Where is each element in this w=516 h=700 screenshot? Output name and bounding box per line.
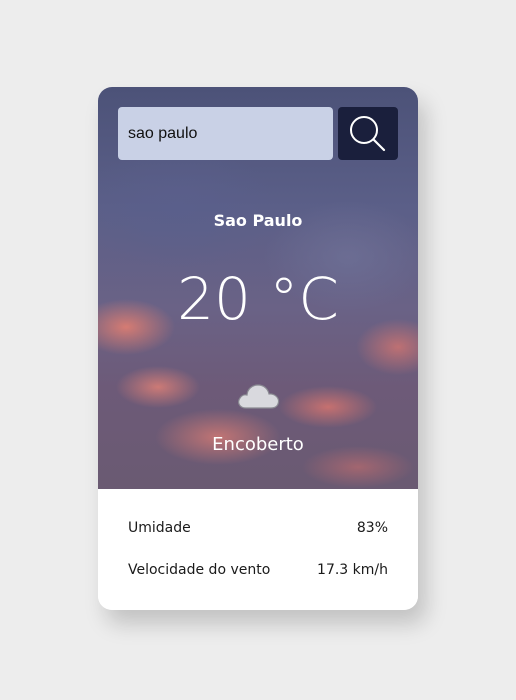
cloud-icon bbox=[238, 384, 280, 409]
wind-row: Velocidade do vento 17.3 km/h bbox=[128, 562, 388, 586]
humidity-label: Umidade bbox=[128, 520, 191, 536]
wind-label: Velocidade do vento bbox=[128, 562, 271, 578]
weather-card: Sao Paulo 20 °C Encoberto Umidade 83% Ve… bbox=[98, 87, 418, 610]
search-icon bbox=[350, 115, 386, 151]
temperature: 20 °C bbox=[177, 265, 339, 333]
search-bar bbox=[118, 107, 398, 160]
city-name: Sao Paulo bbox=[213, 211, 303, 230]
wind-value: 17.3 km/h bbox=[317, 562, 388, 578]
weather-details: Umidade 83% Velocidade do vento 17.3 km/… bbox=[98, 489, 418, 610]
humidity-value: 83% bbox=[356, 520, 388, 536]
weather-condition: Encoberto bbox=[212, 434, 304, 455]
search-button[interactable] bbox=[338, 107, 398, 160]
search-input[interactable] bbox=[118, 107, 333, 160]
weather-background: Sao Paulo 20 °C Encoberto bbox=[98, 87, 418, 489]
humidity-row: Umidade 83% bbox=[128, 520, 388, 544]
